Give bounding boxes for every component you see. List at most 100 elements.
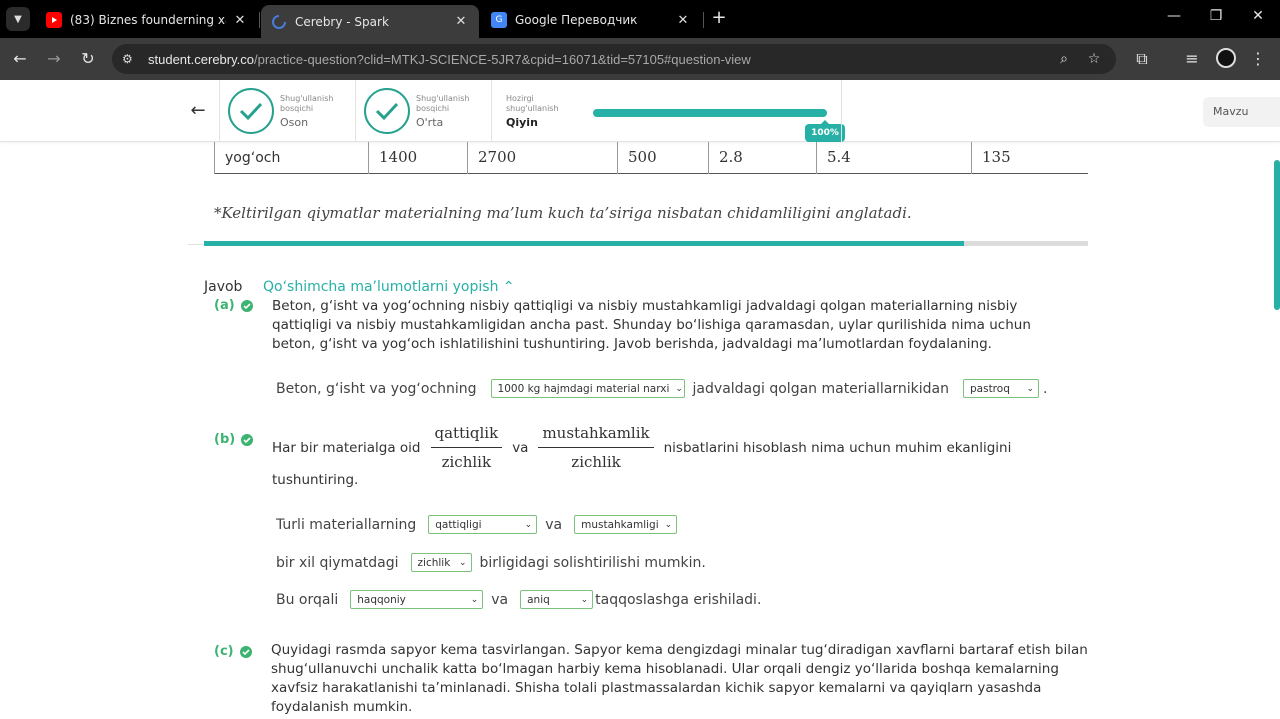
back-arrow-icon[interactable]: ← [186, 100, 210, 121]
more-menu-icon[interactable]: ⋮ [1246, 47, 1270, 71]
part-a-label: (a) [214, 298, 253, 313]
hide-extra-info-toggle[interactable]: Qo‘shimcha ma’lumotlarni yopish ⌃ [263, 279, 515, 295]
tab-search-button[interactable]: ▼ [6, 7, 30, 31]
forward-icon[interactable]: → [42, 47, 66, 71]
level-progress-fill [593, 109, 827, 117]
dropdown-select[interactable]: mustahkamligi ⌄ [574, 515, 678, 534]
answer-text: jadvaldagi qolgan materiallarnikidan [692, 380, 949, 397]
profile-avatar[interactable] [1216, 48, 1236, 68]
level-easy[interactable]: Shug'ullanish bosqichi Oson [219, 80, 356, 142]
part-b-question-line2: tushuntiring. [272, 472, 359, 488]
zoom-search-icon[interactable]: ⌕ [1054, 51, 1074, 71]
fraction-strength-density: mustahkamlik zichlik [538, 424, 654, 471]
practice-header: ← Shug'ullanish bosqichi Oson Shug'ullan… [0, 80, 1280, 142]
dropdown-value: qattiqligi [435, 518, 482, 531]
table-cell: 135 [971, 142, 1088, 174]
progress-badge: 100% [805, 120, 845, 142]
part-b-label: (b) [214, 432, 254, 447]
close-tab-icon[interactable]: ✕ [232, 12, 248, 28]
answer-text: birligidagi solishtirilishi mumkin. [479, 554, 706, 571]
tab-youtube[interactable]: (83) Biznes founderning xarakte ✕ [36, 6, 258, 34]
part-label-text: (a) [214, 298, 235, 313]
tab-title: Cerebry - Spark [295, 14, 389, 29]
fraction-numerator: qattiqlik [434, 424, 499, 442]
table-cell: 5.4 [816, 142, 971, 174]
url-path: /practice-question?clid=MTKJ-SCIENCE-5JR… [253, 51, 751, 67]
youtube-icon [46, 12, 62, 28]
question-content: yog‘och 1400 2700 500 2.8 5.4 135 *Kelti… [0, 142, 1280, 719]
close-tab-icon[interactable]: ✕ [453, 14, 469, 30]
topic-button[interactable]: Mavzu [1203, 97, 1280, 127]
cerebry-icon [271, 14, 287, 30]
fraction-denominator: zichlik [571, 453, 621, 471]
minimize-icon[interactable]: — [1164, 8, 1184, 28]
back-icon[interactable]: ← [8, 47, 32, 71]
answer-text: Turli materiallarning [276, 516, 417, 533]
part-b-answer-line-1: Turli materiallarning qattiqligi ⌄ va mus… [276, 515, 685, 534]
fraction-denominator: zichlik [441, 453, 492, 471]
chevron-down-icon: ⌄ [524, 519, 533, 530]
chevron-down-icon: ▼ [14, 13, 22, 25]
chevron-down-icon: ⌄ [458, 557, 467, 568]
table-cell: 2.8 [708, 142, 816, 174]
dropdown-value: mustahkamligi [581, 518, 659, 531]
question-text: va [512, 439, 529, 456]
level-medium[interactable]: Shug'ullanish bosqichi O'rta [355, 80, 492, 142]
dropdown-select[interactable]: qattiqligi ⌄ [428, 515, 538, 534]
check-icon [239, 645, 252, 658]
page-scrollbar-thumb[interactable] [1274, 160, 1280, 310]
part-c-label: (c) [214, 644, 252, 659]
toggle-label: Qo‘shimcha ma’lumotlarni yopish [263, 279, 499, 295]
site-settings-icon[interactable]: ⚙ [122, 52, 142, 66]
table-footnote: *Keltirilgan qiymatlar materialning ma’l… [214, 204, 912, 222]
bookmark-star-icon[interactable]: ☆ [1084, 51, 1104, 71]
url-text: student.cerebry.co/practice-question?cli… [148, 52, 751, 67]
dropdown-select[interactable]: aniq ⌄ [520, 590, 594, 609]
part-b-question: Har bir materialga oid qattiqlik zichlik… [272, 424, 1011, 471]
level-caption: Shug'ullanish bosqichi [280, 93, 334, 113]
address-bar[interactable]: ⚙ student.cerebry.co/practice-question?c… [112, 44, 1116, 74]
dropdown-select[interactable]: pastroq ⌄ [963, 379, 1039, 398]
extensions-icon[interactable]: ⧉ [1130, 47, 1154, 71]
answer-text: bir xil qiymatdagi [276, 554, 399, 571]
table-cell: 2700 [467, 142, 617, 174]
chevron-down-icon: ⌄ [664, 519, 673, 530]
close-window-icon[interactable]: ✕ [1248, 8, 1268, 28]
dropdown-value: haqqoniy [357, 593, 406, 606]
media-playlist-icon[interactable]: ≡ [1180, 47, 1204, 71]
question-text: nisbatlarini hisoblash nima uchun muhim … [663, 439, 1012, 456]
question-text: Har bir materialga oid [272, 439, 421, 456]
level-name: Oson [280, 115, 309, 129]
dropdown-select[interactable]: haqqoniy ⌄ [350, 590, 484, 609]
tab-google-translate[interactable]: G Google Переводчик ✕ [481, 6, 701, 34]
answer-text: va [545, 516, 563, 533]
reload-icon[interactable]: ↻ [76, 47, 100, 71]
part-label-text: (c) [214, 644, 234, 659]
chevron-down-icon: ⌄ [580, 594, 589, 605]
table-cell: 500 [617, 142, 708, 174]
level-caption: Shug'ullanish bosqichi [416, 93, 470, 113]
answer-text: . [1043, 380, 1048, 397]
dropdown-select[interactable]: zichlik ⌄ [410, 553, 472, 572]
dropdown-value: pastroq [970, 382, 1010, 395]
chevron-down-icon: ⌄ [675, 383, 683, 394]
table-cell: 1400 [368, 142, 467, 174]
part-a-question: Beton, g‘isht va yog‘ochning nisbiy qatt… [272, 298, 1031, 352]
new-tab-button[interactable]: + [709, 9, 729, 29]
check-circle-icon [364, 88, 410, 134]
tab-title: (83) Biznes founderning xarakte [70, 13, 226, 27]
browser-toolbar: ← → ↻ ⚙ student.cerebry.co/practice-ques… [0, 38, 1280, 80]
answer-heading: Javob [204, 279, 243, 295]
part-c-question: Quyidagi rasmda sapyor kema tasvirlangan… [271, 642, 1088, 715]
google-translate-icon: G [491, 12, 507, 28]
level-name: Qiyin [506, 115, 538, 129]
level-progress-bar [593, 109, 827, 117]
answer-text: Bu orqali [276, 591, 339, 608]
answer-text: va [491, 591, 509, 608]
tab-cerebry[interactable]: Cerebry - Spark ✕ [261, 5, 479, 38]
level-name: O'rta [416, 115, 444, 129]
restore-icon[interactable]: ❐ [1206, 8, 1226, 28]
dropdown-select[interactable]: 1000 kg hajmdagi material narxi ⌄ [490, 379, 685, 398]
header-divider [841, 80, 842, 142]
close-tab-icon[interactable]: ✕ [675, 12, 691, 28]
